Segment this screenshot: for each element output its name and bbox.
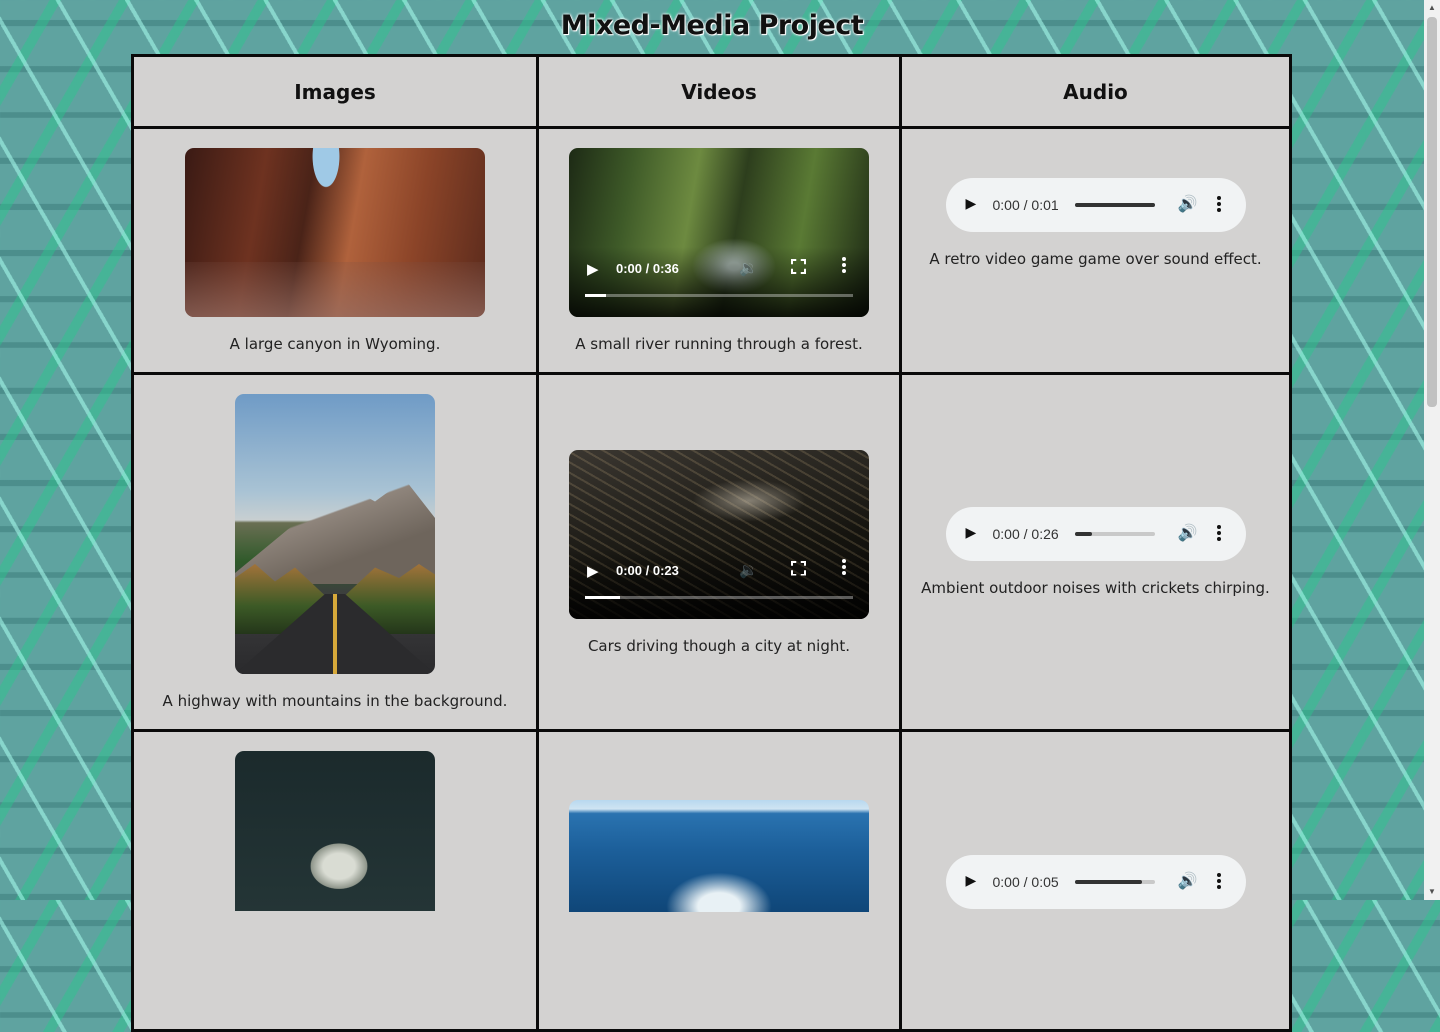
video-cell [536, 729, 902, 1032]
audio-cell: ▶ 0:00 / 0:26 🔊 Ambient outdoor noises w… [899, 372, 1292, 732]
play-icon[interactable]: ▶ [966, 195, 977, 212]
play-icon[interactable]: ▶ [966, 872, 977, 889]
fullscreen-icon[interactable] [791, 259, 806, 274]
audio-time: 0:00 / 0:01 [992, 196, 1059, 213]
scroll-down-arrow-icon[interactable]: ▼ [1424, 884, 1440, 900]
canyon-image [185, 148, 485, 317]
audio-time: 0:00 / 0:26 [992, 526, 1059, 542]
ocean-video-player[interactable] [569, 800, 869, 912]
audio-progress-fill [1074, 880, 1142, 884]
table-row: ▶ 0:00 / 0:05 🔊 [131, 729, 1292, 1032]
video-controls: ▶ 0:00 / 0:23 🔉 [569, 548, 869, 619]
audio-progress-bar[interactable] [1074, 880, 1155, 884]
city-video-player[interactable]: ▶ 0:00 / 0:23 🔉 [569, 449, 869, 619]
island-image [235, 751, 435, 911]
media-table: Images Videos Audio A large canyon in Wy… [131, 54, 1292, 1032]
video-progress-bar[interactable] [585, 294, 853, 297]
video-progress-fill [585, 595, 620, 599]
audio-progress-fill [1074, 202, 1155, 207]
image-cell: A highway with mountains in the backgrou… [131, 372, 539, 732]
video-time: 0:00 / 0:23 [616, 562, 679, 578]
play-icon[interactable]: ▶ [587, 260, 599, 278]
header-audio: Audio [899, 54, 1292, 129]
header-images: Images [131, 54, 539, 129]
page-title: Mixed-Media Project [560, 10, 864, 41]
highway-image [235, 394, 435, 674]
more-options-icon[interactable] [1216, 525, 1221, 543]
page-scrollbar[interactable]: ▲ ▼ [1424, 0, 1440, 900]
audio-progress-bar[interactable] [1074, 532, 1155, 536]
scroll-up-arrow-icon[interactable]: ▲ [1424, 0, 1440, 16]
volume-icon[interactable]: 🔊 [1178, 871, 1198, 891]
play-icon[interactable]: ▶ [587, 562, 599, 580]
table-header-row: Images Videos Audio [131, 54, 1292, 129]
audio-player[interactable]: ▶ 0:00 / 0:05 🔊 [945, 855, 1246, 909]
volume-icon[interactable]: 🔊 [1178, 194, 1198, 214]
video-time: 0:00 / 0:36 [616, 261, 679, 276]
audio-progress-bar[interactable] [1074, 202, 1155, 207]
video-controls: ▶ 0:00 / 0:36 🔉 [569, 247, 869, 317]
more-options-icon[interactable] [842, 257, 846, 275]
audio-player[interactable]: ▶ 0:00 / 0:26 🔊 [945, 507, 1246, 561]
image-cell [131, 729, 539, 1032]
header-videos: Videos [536, 54, 902, 129]
audio-time: 0:00 / 0:05 [992, 874, 1059, 890]
image-caption: A highway with mountains in the backgrou… [162, 692, 508, 710]
mountain-shape [235, 479, 435, 584]
more-options-icon[interactable] [842, 558, 846, 577]
audio-cell: ▶ 0:00 / 0:01 🔊 A retro video game game … [899, 126, 1292, 375]
more-options-icon[interactable] [1216, 195, 1221, 214]
image-cell: A large canyon in Wyoming. [131, 126, 539, 375]
video-cell: ▶ 0:00 / 0:23 🔉 Cars driving though a ci… [536, 372, 902, 732]
video-progress-fill [585, 294, 607, 297]
table-row: A highway with mountains in the backgrou… [131, 372, 1292, 732]
audio-caption: A retro video game game over sound effec… [929, 249, 1262, 268]
more-options-icon[interactable] [1216, 873, 1221, 891]
scroll-thumb[interactable] [1427, 17, 1437, 407]
table-row: A large canyon in Wyoming. ▶ 0:00 / 0:36… [131, 126, 1292, 375]
volume-icon[interactable]: 🔊 [1178, 523, 1198, 543]
video-caption: A small river running through a forest. [575, 335, 863, 353]
fullscreen-icon[interactable] [791, 560, 806, 576]
video-caption: Cars driving though a city at night. [587, 636, 851, 655]
audio-caption: Ambient outdoor noises with crickets chi… [921, 579, 1270, 597]
volume-icon[interactable]: 🔉 [739, 259, 758, 277]
video-progress-bar[interactable] [585, 595, 853, 599]
audio-progress-fill [1074, 532, 1093, 536]
play-icon[interactable]: ▶ [966, 524, 977, 541]
video-cell: ▶ 0:00 / 0:36 🔉 A small river running th… [536, 126, 902, 375]
volume-icon[interactable]: 🔉 [739, 561, 758, 579]
audio-cell: ▶ 0:00 / 0:05 🔊 [899, 729, 1292, 1032]
audio-player[interactable]: ▶ 0:00 / 0:01 🔊 [945, 177, 1246, 232]
forest-video-player[interactable]: ▶ 0:00 / 0:36 🔉 [569, 148, 869, 317]
image-caption: A large canyon in Wyoming. [229, 335, 441, 353]
